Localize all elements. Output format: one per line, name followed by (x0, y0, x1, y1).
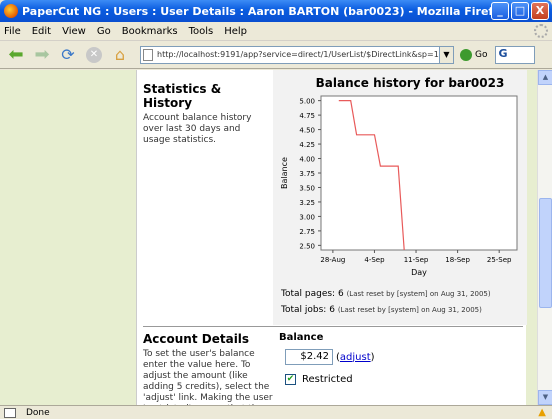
statistics-sidebar: Statistics & History Account balance his… (143, 70, 270, 325)
menu-tools[interactable]: Tools (189, 26, 214, 37)
y-tick-label: 2.50 (299, 242, 315, 250)
account-title: Account Details (143, 332, 250, 346)
left-navigation-column (0, 70, 136, 405)
status-bar: Done ▲ (0, 405, 552, 419)
maximize-button[interactable]: □ (511, 2, 529, 20)
restricted-label: Restricted (302, 374, 353, 385)
warning-icon: ▲ (538, 407, 546, 418)
menu-bookmarks[interactable]: Bookmarks (122, 26, 178, 37)
total-jobs-row: Total jobs: 6 (Last reset by [system] on… (281, 305, 521, 315)
x-tick-label: 4-Sep (364, 256, 385, 264)
menu-edit[interactable]: Edit (32, 26, 51, 37)
account-sidebar: Account Details To set the user's balanc… (143, 328, 273, 405)
url-text: http://localhost:9191/app?service=direct… (157, 50, 440, 59)
plot-area (320, 95, 518, 251)
page-icon (143, 48, 153, 61)
reload-icon[interactable]: ⟳ (58, 45, 78, 65)
menu-go[interactable]: Go (97, 26, 111, 37)
x-tick-label: 11-Sep (404, 256, 429, 264)
x-tick-label: 25-Sep (487, 256, 512, 264)
y-tick-label: 3.75 (299, 170, 315, 178)
stop-icon: ✕ (86, 46, 102, 63)
y-tick-label: 4.25 (299, 141, 315, 149)
adjust-link[interactable]: adjust (340, 352, 371, 363)
url-bar[interactable]: http://localhost:9191/app?service=direct… (140, 45, 440, 64)
navigation-toolbar: ⬅ ➡ ⟳ ✕ ⌂ http://localhost:9191/app?serv… (0, 41, 552, 69)
y-tick-label: 3.50 (299, 184, 315, 192)
total-pages-row: Total pages: 6 (Last reset by [system] o… (281, 289, 521, 299)
total-jobs-label: Total jobs: (281, 305, 327, 315)
total-pages-value: 6 (337, 289, 344, 299)
statistics-title: Statistics & History (143, 82, 222, 110)
connection-icon (4, 407, 16, 418)
scroll-thumb[interactable] (539, 198, 552, 308)
section-divider (143, 326, 523, 327)
minimize-button[interactable]: _ (491, 2, 509, 20)
search-input[interactable]: G (495, 45, 536, 64)
chart-title: Balance history for bar0023 (316, 76, 505, 90)
menu-file[interactable]: File (4, 26, 21, 37)
throbber-icon (534, 24, 548, 38)
menu-bar: File Edit View Go Bookmarks Tools Help (0, 22, 552, 41)
y-tick-label: 4.50 (299, 127, 315, 135)
total-pages-note: (Last reset by [system] on Aug 31, 2005) (346, 290, 491, 298)
go-label: Go (475, 49, 488, 60)
restricted-checkbox[interactable]: ✔ (285, 374, 296, 385)
status-text: Done (26, 407, 50, 418)
balance-row: $2.42 (adjust) (285, 349, 519, 365)
statistics-section: Statistics & History Account balance his… (137, 70, 527, 325)
total-jobs-value: 6 (329, 305, 335, 315)
window-title-bar[interactable]: PaperCut NG : Users : User Details : Aar… (0, 0, 552, 22)
x-axis-label: Day (411, 268, 427, 277)
y-tick-label: 4.75 (299, 112, 315, 120)
url-dropdown-icon[interactable]: ▼ (440, 45, 454, 64)
balance-label: Balance (279, 332, 324, 343)
page-content: Statistics & History Account balance his… (0, 70, 537, 405)
forward-arrow-icon[interactable]: ➡ (32, 44, 52, 65)
window-title: PaperCut NG : Users : User Details : Aar… (22, 4, 508, 18)
y-tick-label: 3.25 (299, 199, 315, 207)
balance-input[interactable]: $2.42 (285, 349, 333, 365)
y-tick-label: 5.00 (299, 98, 315, 106)
y-tick-label: 4.00 (299, 156, 315, 164)
menu-help[interactable]: Help (224, 26, 247, 37)
firefox-icon (4, 4, 18, 18)
total-pages-label: Total pages: (281, 289, 336, 299)
close-button[interactable]: X (531, 2, 549, 20)
back-arrow-icon[interactable]: ⬅ (6, 44, 26, 65)
user-details-panel: Statistics & History Account balance his… (136, 70, 527, 405)
vertical-scrollbar[interactable]: ▲ ▼ (537, 70, 552, 405)
account-main: Balance $2.42 (adjust) ✔ Restricted (279, 332, 519, 385)
scroll-down-icon[interactable]: ▼ (538, 390, 552, 405)
go-button[interactable]: Go (460, 48, 488, 61)
home-icon[interactable]: ⌂ (110, 45, 130, 65)
x-tick-label: 18-Sep (445, 256, 470, 264)
y-axis-label: Balance (280, 157, 289, 189)
y-tick-label: 2.75 (299, 228, 315, 236)
stop-button[interactable]: ✕ (84, 45, 104, 65)
account-description: To set the user's balance enter the valu… (143, 349, 273, 405)
adjust-close-paren: ) (370, 351, 375, 363)
total-jobs-note: (Last reset by [system] on Aug 31, 2005) (337, 306, 482, 314)
window-controls: _ □ X (491, 2, 549, 20)
menu-view[interactable]: View (62, 26, 86, 37)
scroll-up-icon[interactable]: ▲ (538, 70, 552, 85)
y-tick-label: 3.00 (299, 213, 315, 221)
restricted-row: ✔ Restricted (285, 374, 519, 385)
statistics-main: Balance history for bar0023 2.50 2.75 3.00 3… (273, 70, 527, 325)
x-tick-label: 28-Aug (320, 256, 345, 264)
go-icon (460, 48, 472, 61)
balance-chart: Balance history for bar0023 2.50 2.75 3.00 3… (280, 76, 518, 277)
statistics-description: Account balance history over last 30 day… (143, 113, 252, 145)
